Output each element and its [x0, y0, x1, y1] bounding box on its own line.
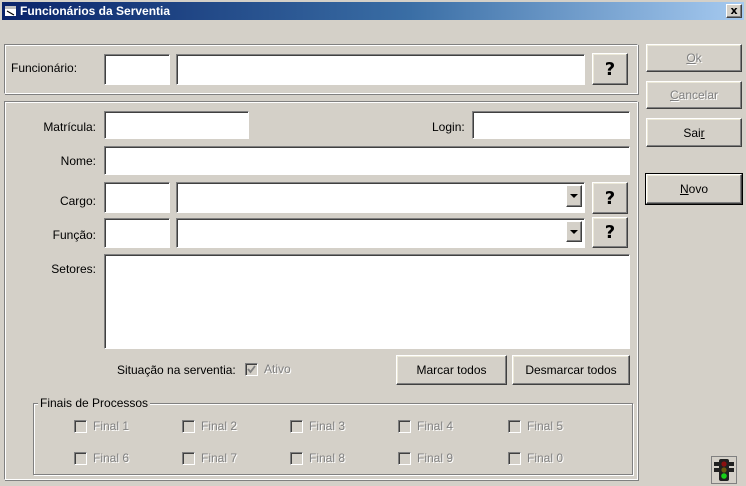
final-0-checkbox[interactable]: Final 0	[508, 451, 563, 465]
cargo-help-button[interactable]: ?	[592, 182, 628, 214]
desmarcar-todos-button[interactable]: Desmarcar todos	[512, 355, 630, 385]
final-2-checkbox[interactable]: Final 2	[182, 419, 237, 433]
situacao-label: Situação na serventia:	[117, 363, 236, 377]
checkmark-icon	[245, 362, 258, 376]
chevron-down-icon	[570, 194, 578, 198]
matricula-label: Matrícula:	[43, 120, 96, 134]
help-icon: ?	[604, 187, 616, 209]
cargo-code-input[interactable]	[104, 182, 170, 213]
close-icon: x	[730, 4, 738, 17]
setores-label: Setores:	[51, 262, 96, 276]
funcionario-name-input[interactable]	[176, 54, 585, 85]
cancelar-button[interactable]: Cancelar	[646, 81, 742, 109]
close-button[interactable]: x	[726, 4, 742, 18]
funcao-dropdown-button[interactable]	[566, 221, 582, 242]
final-7-checkbox[interactable]: Final 7	[182, 451, 237, 465]
ativo-label: Ativo	[264, 362, 291, 376]
final-4-checkbox[interactable]: Final 4	[398, 419, 453, 433]
matricula-input[interactable]	[104, 111, 249, 139]
title-bar: Funcionários da Serventia x	[2, 2, 744, 20]
cargo-dropdown-button[interactable]	[566, 185, 582, 207]
ativo-checkbox[interactable]: Ativo	[245, 362, 291, 376]
final-8-checkbox[interactable]: Final 8	[290, 451, 345, 465]
traffic-light-icon	[711, 456, 737, 484]
setores-list[interactable]	[104, 254, 630, 349]
ok-button[interactable]: Ok	[646, 44, 742, 72]
funcao-code-input[interactable]	[104, 218, 170, 248]
final-5-checkbox[interactable]: Final 5	[508, 419, 563, 433]
window-title: Funcionários da Serventia	[20, 4, 171, 18]
sair-button[interactable]: Sai r	[646, 118, 742, 147]
app-window-icon	[5, 6, 16, 16]
funcao-label: Função:	[52, 228, 96, 242]
cargo-select[interactable]	[176, 182, 585, 213]
chevron-down-icon	[570, 229, 578, 234]
funcionario-label: Funcionário:	[11, 61, 78, 75]
login-input[interactable]	[472, 111, 630, 139]
finais-legend: Finais de Processos	[38, 396, 151, 410]
help-icon: ?	[604, 58, 616, 80]
funcionario-code-input[interactable]	[104, 54, 170, 85]
funcao-help-button[interactable]: ?	[592, 217, 628, 248]
nome-label: Nome:	[60, 154, 96, 168]
login-label: Login:	[432, 120, 465, 134]
nome-input[interactable]	[104, 146, 630, 175]
help-icon: ?	[604, 222, 616, 243]
cargo-label: Cargo:	[59, 194, 96, 208]
funcionario-help-button[interactable]: ?	[592, 53, 628, 85]
final-6-checkbox[interactable]: Final 6	[74, 451, 129, 465]
window: Funcionários da Serventia x Funcionário:…	[0, 0, 746, 486]
marcar-todos-button[interactable]: Marcar todos	[396, 355, 507, 385]
final-3-checkbox[interactable]: Final 3	[290, 419, 345, 433]
final-1-checkbox[interactable]: Final 1	[74, 419, 129, 433]
final-9-checkbox[interactable]: Final 9	[398, 451, 453, 465]
funcao-select[interactable]	[176, 218, 585, 248]
novo-button[interactable]: Novo	[645, 173, 743, 205]
